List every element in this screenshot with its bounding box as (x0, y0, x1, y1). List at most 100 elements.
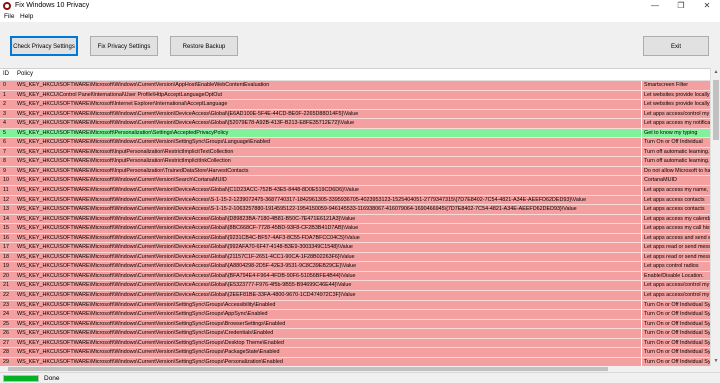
row-policy-cell: WS_KEY_HKCU\SOFTWARE\Microsoft\Windows\C… (17, 320, 286, 327)
table-row[interactable]: 6 WS_KEY_HKCU\SOFTWARE\Microsoft\Windows\… (0, 138, 710, 148)
progress-bar (3, 375, 39, 382)
row-id-cell: 3 (3, 110, 6, 117)
row-description-cell: Smartscreen Filter (641, 81, 710, 90)
check-privacy-button[interactable]: Check Privacy Settings (10, 36, 78, 56)
row-id-cell: 25 (3, 320, 9, 327)
row-id-cell: 22 (3, 292, 9, 299)
fix-privacy-button[interactable]: Fix Privacy Settings (90, 36, 158, 56)
row-description-cell: Turn On or Off Individual Sy (641, 329, 710, 338)
row-policy-cell: WS_KEY_HKCU\SOFTWARE\Microsoft\Windows\C… (17, 187, 359, 194)
row-description-cell: Turn off automatic learning. (641, 147, 710, 157)
row-description-cell: Let apps control radios (641, 262, 710, 271)
table-row[interactable]: 26 WS_KEY_HKCU\SOFTWARE\Microsoft\Windows… (0, 329, 710, 339)
restore-backup-button[interactable]: Restore Backup (170, 36, 238, 56)
table-row[interactable]: 13 WS_KEY_HKCU\SOFTWARE\Microsoft\Windows… (0, 205, 710, 215)
exit-button[interactable]: Exit (643, 36, 709, 56)
menu-file[interactable]: File (4, 13, 14, 20)
row-id-cell: 15 (3, 225, 9, 232)
row-description-cell: Turn On or Off Individual (641, 138, 710, 147)
row-id-cell: 11 (3, 187, 9, 194)
table-row[interactable]: 5 WS_KEY_HKCU\SOFTWARE\Microsoft\Personal… (0, 128, 710, 139)
row-id-cell: 8 (3, 158, 6, 165)
row-policy-cell: WS_KEY_HKCU\SOFTWARE\Microsoft\Windows\C… (17, 349, 280, 356)
table-row[interactable]: 0 WS_KEY_HKCU\SOFTWARE\Microsoft\Windows\… (0, 81, 710, 91)
row-description-cell: Get to know my typing (641, 128, 710, 138)
close-icon[interactable]: ✕ (694, 0, 720, 12)
row-policy-cell: WS_KEY_HKCU\SOFTWARE\Microsoft\Windows\C… (17, 120, 355, 127)
table-row[interactable]: 17 WS_KEY_HKCU\SOFTWARE\Microsoft\Windows… (0, 243, 710, 253)
table-row[interactable]: 11 WS_KEY_HKCU\SOFTWARE\Microsoft\Windows… (0, 186, 710, 196)
row-policy-cell: WS_KEY_HKCU\SOFTWARE\Microsoft\Windows\C… (17, 330, 274, 337)
row-description-cell: Turn off automatic learning. (641, 157, 710, 166)
row-id-cell: 19 (3, 263, 9, 270)
row-policy-cell: WS_KEY_HKCU\SOFTWARE\Microsoft\Windows\C… (17, 244, 353, 251)
minimize-icon[interactable]: — (642, 0, 668, 12)
table-row[interactable]: 16 WS_KEY_HKCU\SOFTWARE\Microsoft\Windows… (0, 233, 710, 244)
table-row[interactable]: 14 WS_KEY_HKCU\SOFTWARE\Microsoft\Windows… (0, 214, 710, 225)
row-policy-cell: WS_KEY_HKCU\SOFTWARE\Microsoft\Windows\C… (17, 311, 268, 318)
row-id-cell: 23 (3, 301, 9, 308)
row-description-cell: Turn On or Off Individual Sy (641, 319, 710, 329)
table-row[interactable]: 4 WS_KEY_HKCU\SOFTWARE\Microsoft\Windows\… (0, 119, 710, 129)
table-row[interactable]: 28 WS_KEY_HKCU\SOFTWARE\Microsoft\Windows… (0, 348, 710, 358)
table-row[interactable]: 12 WS_KEY_HKCU\SOFTWARE\Microsoft\Windows… (0, 195, 710, 206)
row-policy-cell: WS_KEY_HKCU\SOFTWARE\Microsoft\Windows\C… (17, 225, 359, 232)
table-row[interactable]: 1 WS_KEY_HKCU\Control Panel\International… (0, 90, 710, 101)
row-id-cell: 9 (3, 167, 6, 174)
row-description-cell: Let apps read or send mess (641, 252, 710, 262)
row-policy-cell: WS_KEY_HKCU\SOFTWARE\Microsoft\Windows\C… (17, 339, 284, 346)
table-row[interactable]: 3 WS_KEY_HKCU\SOFTWARE\Microsoft\Windows\… (0, 109, 710, 120)
maximize-icon[interactable]: ❐ (668, 0, 694, 12)
row-id-cell: 18 (3, 253, 9, 260)
row-id-cell: 20 (3, 272, 9, 279)
app-logo-icon (3, 2, 11, 10)
vertical-scrollbar[interactable]: ▲ ▼ (710, 68, 720, 366)
row-id-cell: 12 (3, 196, 9, 203)
row-id-cell: 17 (3, 244, 9, 251)
row-description-cell: Let apps access/control my (641, 109, 710, 119)
row-description-cell: Let apps access/control my (641, 281, 710, 291)
table-row[interactable]: 2 WS_KEY_HKCU\SOFTWARE\Microsoft\Internet… (0, 100, 710, 110)
row-policy-cell: WS_KEY_HKCU\SOFTWARE\Microsoft\Windows\C… (17, 282, 352, 289)
table-row[interactable]: 20 WS_KEY_HKCU\SOFTWARE\Microsoft\Windows… (0, 271, 710, 282)
table-row[interactable]: 23 WS_KEY_HKCU\SOFTWARE\Microsoft\Windows… (0, 300, 710, 311)
row-id-cell: 4 (3, 120, 6, 127)
table-row[interactable]: 22 WS_KEY_HKCU\SOFTWARE\Microsoft\Windows… (0, 291, 710, 301)
grid-header: ID Policy (0, 69, 710, 81)
window-title: Fix Windows 10 Privacy (15, 2, 90, 9)
row-description-cell: Do not allow Microsoft to ha (641, 166, 710, 176)
row-policy-cell: WS_KEY_HKCU\SOFTWARE\Microsoft\Windows\C… (17, 272, 356, 279)
table-row[interactable]: 25 WS_KEY_HKCU\SOFTWARE\Microsoft\Windows… (0, 319, 710, 330)
row-id-cell: 16 (3, 234, 9, 241)
menu-help[interactable]: Help (20, 13, 33, 20)
column-header-id[interactable]: ID (3, 71, 9, 77)
table-row[interactable]: 21 WS_KEY_HKCU\SOFTWARE\Microsoft\Windows… (0, 281, 710, 292)
policy-grid[interactable]: ID Policy 0 WS_KEY_HKCU\SOFTWARE\Microsof… (0, 68, 710, 367)
row-policy-cell: WS_KEY_HKCU\SOFTWARE\Microsoft\Windows\C… (17, 234, 360, 241)
row-description-cell: Let apps access contacts (641, 205, 710, 214)
table-row[interactable]: 24 WS_KEY_HKCU\SOFTWARE\Microsoft\Windows… (0, 310, 710, 320)
row-id-cell: 0 (3, 82, 6, 88)
row-id-cell: 14 (3, 215, 9, 222)
row-description-cell: CortanaMUID (641, 176, 710, 186)
table-row[interactable]: 7 WS_KEY_HKCU\SOFTWARE\Microsoft\InputPer… (0, 147, 710, 158)
horizontal-scrollbar-thumb[interactable] (8, 367, 608, 371)
grid-rows: 0 WS_KEY_HKCU\SOFTWARE\Microsoft\Windows\… (0, 81, 710, 367)
row-id-cell: 10 (3, 177, 9, 184)
row-description-cell: Let apps access my calenda (641, 214, 710, 224)
row-policy-cell: WS_KEY_HKCU\SOFTWARE\Microsoft\Windows\C… (17, 82, 270, 88)
row-policy-cell: WS_KEY_HKCU\SOFTWARE\Microsoft\Windows\C… (17, 263, 357, 270)
scrollbar-thumb[interactable] (713, 80, 719, 140)
row-policy-cell: WS_KEY_HKCU\SOFTWARE\Microsoft\InputPers… (17, 158, 231, 165)
table-row[interactable]: 15 WS_KEY_HKCU\SOFTWARE\Microsoft\Windows… (0, 224, 710, 234)
table-row[interactable]: 10 WS_KEY_HKCU\SOFTWARE\Microsoft\Windows… (0, 176, 710, 187)
scroll-up-icon[interactable]: ▲ (711, 68, 720, 77)
row-policy-cell: WS_KEY_HKCU\SOFTWARE\Microsoft\InputPers… (17, 167, 249, 174)
table-row[interactable]: 19 WS_KEY_HKCU\SOFTWARE\Microsoft\Windows… (0, 262, 710, 272)
column-header-policy[interactable]: Policy (17, 71, 33, 77)
table-row[interactable]: 18 WS_KEY_HKCU\SOFTWARE\Microsoft\Windows… (0, 252, 710, 263)
table-row[interactable]: 27 WS_KEY_HKCU\SOFTWARE\Microsoft\Windows… (0, 338, 710, 349)
table-row[interactable]: 9 WS_KEY_HKCU\SOFTWARE\Microsoft\InputPer… (0, 166, 710, 177)
scroll-down-icon[interactable]: ▼ (711, 357, 720, 366)
table-row[interactable]: 8 WS_KEY_HKCU\SOFTWARE\Microsoft\InputPer… (0, 157, 710, 167)
